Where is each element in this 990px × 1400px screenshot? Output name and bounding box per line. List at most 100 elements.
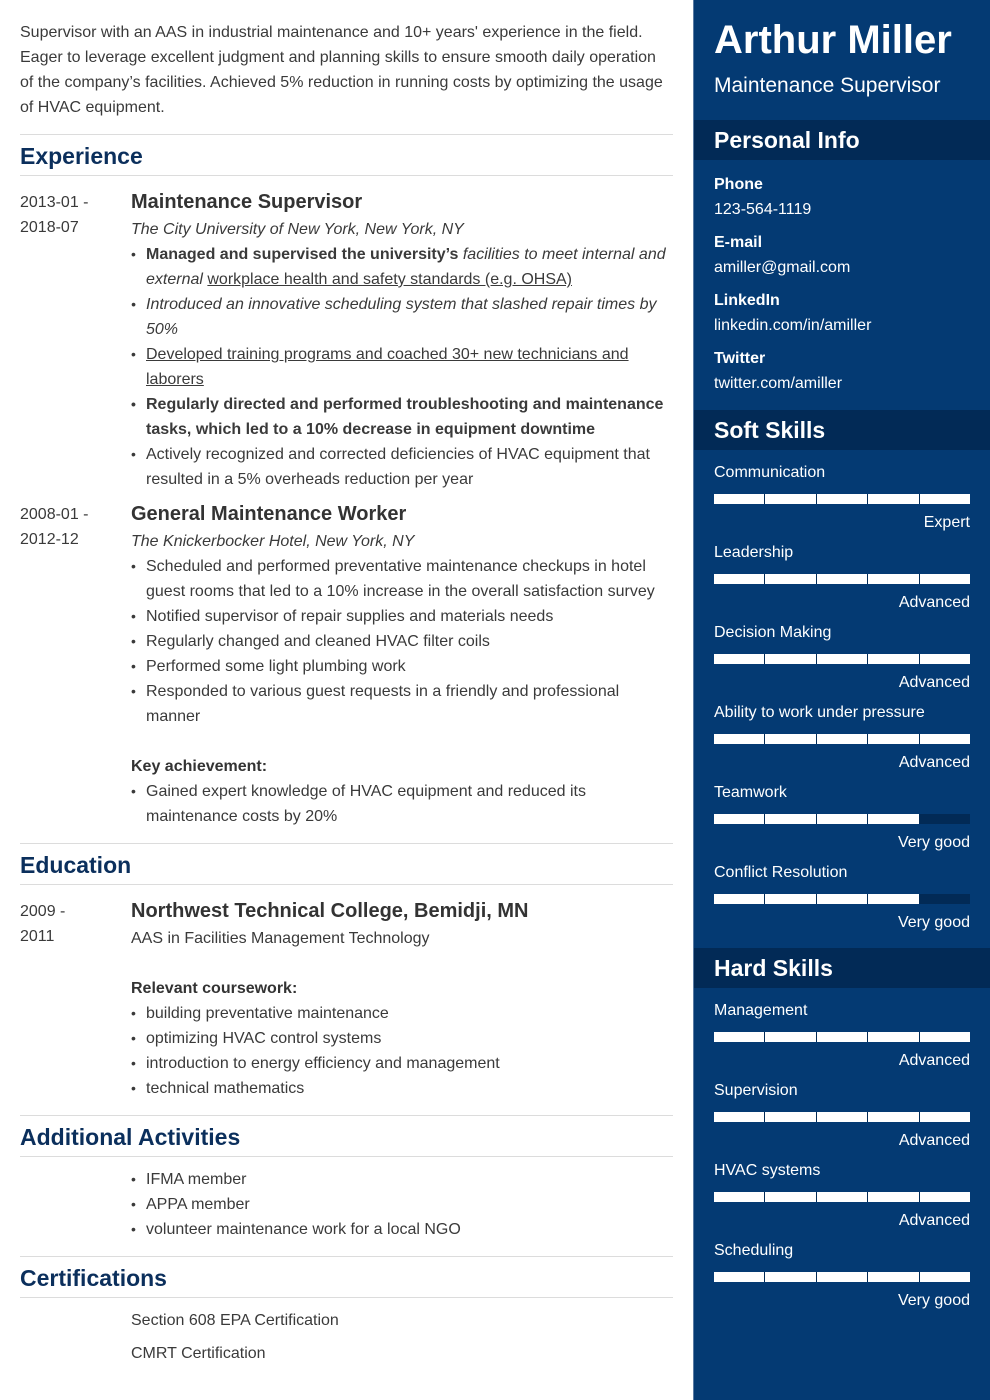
skill-level-label: Advanced — [898, 1132, 970, 1149]
hard-skills-list: Management Advanced Supervision Advanced HVA… — [694, 988, 990, 1326]
job-entry: 2013-01 - 2018-07 Maintenance Supervisor… — [20, 190, 673, 492]
certification-item: CMRT Certification — [131, 1345, 266, 1362]
skill-item: Scheduling Very good — [714, 1240, 971, 1312]
job-title: General Maintenance Worker — [131, 503, 407, 525]
activities-section: Additional Activities IFMA member APPA m… — [20, 1115, 673, 1256]
list-item: introduction to energy efficiency and ma… — [131, 1051, 673, 1076]
skill-item: HVAC systems Advanced — [714, 1160, 971, 1232]
skill-bar-segment-filled — [765, 654, 816, 664]
list-item: Gained expert knowledge of HVAC equipmen… — [131, 779, 673, 829]
skill-bar-segment-filled — [714, 1192, 765, 1202]
skill-level-bar — [714, 654, 971, 664]
skill-name: Ability to work under pressure — [714, 704, 925, 721]
skill-bar-segment-filled — [816, 654, 868, 664]
skill-bar-segment-filled — [919, 1112, 971, 1122]
skill-level-label: Advanced — [898, 1212, 970, 1229]
skill-bar-segment-filled — [868, 1272, 919, 1282]
education-dates: 2009 - 2011 — [20, 899, 131, 1101]
skill-bar-segment-filled — [919, 654, 971, 664]
skill-bar-segment-filled — [816, 574, 868, 584]
skill-bar-segment-filled — [765, 1192, 816, 1202]
job-employer: The Knickerbocker Hotel, New York, NY — [131, 533, 415, 550]
degree: AAS in Facilities Management Technology — [131, 930, 430, 947]
skill-bar-segment-filled — [714, 734, 765, 744]
job-dates: 2008-01 - 2012-12 — [20, 502, 131, 829]
bullet-underline-text: Developed training programs and coached … — [146, 346, 629, 388]
coursework-label: Relevant coursework: — [131, 980, 298, 997]
skill-level-bar — [714, 574, 971, 584]
main-column: Supervisor with an AAS in industrial mai… — [20, 0, 673, 1388]
skill-bar-segment-filled — [868, 1112, 919, 1122]
skill-item: Teamwork Very good — [714, 782, 971, 854]
date-end: 2012-12 — [20, 531, 79, 548]
list-item: Responded to various guest requests in a… — [131, 679, 673, 729]
activities-list: IFMA member APPA member volunteer mainte… — [131, 1167, 673, 1242]
list-item: Regularly directed and performed trouble… — [131, 392, 673, 442]
skill-level-label: Expert — [923, 514, 970, 531]
skill-bar-segment-filled — [919, 1272, 971, 1282]
skill-item: Leadership Advanced — [714, 542, 971, 614]
list-item: Introduced an innovative scheduling syst… — [131, 292, 673, 342]
skill-bar-segment-filled — [919, 734, 971, 744]
skill-bar-segment-filled — [714, 894, 765, 904]
skill-name: Supervision — [714, 1082, 798, 1099]
date-end: 2011 — [20, 928, 55, 945]
email-value: amiller@gmail.com — [714, 259, 851, 276]
list-item: APPA member — [131, 1192, 673, 1217]
skill-bar-segment-filled — [714, 814, 765, 824]
skill-bar-segment-filled — [816, 1112, 868, 1122]
skill-item: Management Advanced — [714, 1000, 971, 1072]
skill-level-label: Advanced — [898, 674, 970, 691]
section-title: Certifications — [20, 1257, 673, 1298]
skill-bar-segment-filled — [714, 494, 765, 504]
education-entry: 2009 - 2011 Northwest Technical College,… — [20, 899, 673, 1101]
soft-skills-list: Communication Expert Leadership Advanced Dec… — [694, 450, 990, 948]
phone-label: Phone — [714, 176, 763, 193]
activities-list-wrap: IFMA member APPA member volunteer mainte… — [20, 1157, 673, 1256]
skill-bar-segment-filled — [816, 1272, 868, 1282]
certifications-section: Certifications Section 608 EPA Certifica… — [20, 1256, 673, 1388]
personal-info-heading: Personal Info — [694, 120, 990, 160]
skill-name: Decision Making — [714, 624, 832, 641]
section-title: Experience — [20, 135, 673, 176]
candidate-name: Arthur Miller — [714, 18, 952, 62]
skill-bar-segment-filled — [714, 1032, 765, 1042]
skill-bar-segment-filled — [919, 494, 971, 504]
skill-level-label: Very good — [897, 914, 970, 931]
job-body: Maintenance Supervisor The City Universi… — [131, 190, 673, 492]
skill-bar-segment-filled — [919, 1192, 971, 1202]
summary: Supervisor with an AAS in industrial mai… — [20, 24, 663, 116]
skill-bar-segment-filled — [765, 894, 816, 904]
list-item: volunteer maintenance work for a local N… — [131, 1217, 673, 1242]
skill-bar-segment-filled — [919, 1032, 971, 1042]
list-item: Performed some light plumbing work — [131, 654, 673, 679]
hard-skills-heading: Hard Skills — [694, 948, 990, 988]
skill-level-bar — [714, 894, 971, 904]
candidate-role: Maintenance Supervisor — [714, 74, 941, 97]
skill-bar-segment-filled — [816, 894, 868, 904]
skill-name: Leadership — [714, 544, 794, 561]
linkedin-label: LinkedIn — [714, 292, 780, 309]
skill-level-label: Advanced — [898, 1052, 970, 1069]
skill-level-label: Advanced — [898, 594, 970, 611]
skill-level-label: Very good — [897, 1292, 970, 1309]
date-end: 2018-07 — [20, 219, 79, 236]
skill-level-bar — [714, 1192, 971, 1202]
sidebar: Arthur Miller Maintenance Supervisor Per… — [693, 0, 990, 1400]
skill-bar-segment-filled — [714, 1272, 765, 1282]
list-item: optimizing HVAC control systems — [131, 1026, 673, 1051]
skill-bar-segment-filled — [714, 574, 765, 584]
experience-section: Experience 2013-01 - 2018-07 Maintenance… — [20, 134, 673, 843]
skill-bar-segment-filled — [868, 734, 919, 744]
key-achievement-label: Key achievement: — [131, 758, 268, 775]
skill-level-bar — [714, 1032, 971, 1042]
section-title: Additional Activities — [20, 1116, 673, 1157]
certifications-list: Section 608 EPA Certification CMRT Certi… — [20, 1298, 673, 1388]
job-title: Maintenance Supervisor — [131, 191, 363, 213]
skill-bar-segment-filled — [765, 1112, 816, 1122]
skill-level-bar — [714, 494, 971, 504]
skill-item: Communication Expert — [714, 462, 971, 534]
skill-bar-segment-filled — [714, 654, 765, 664]
list-item: Actively recognized and corrected defici… — [131, 442, 673, 492]
key-achievement-bullets: Gained expert knowledge of HVAC equipmen… — [131, 779, 673, 829]
